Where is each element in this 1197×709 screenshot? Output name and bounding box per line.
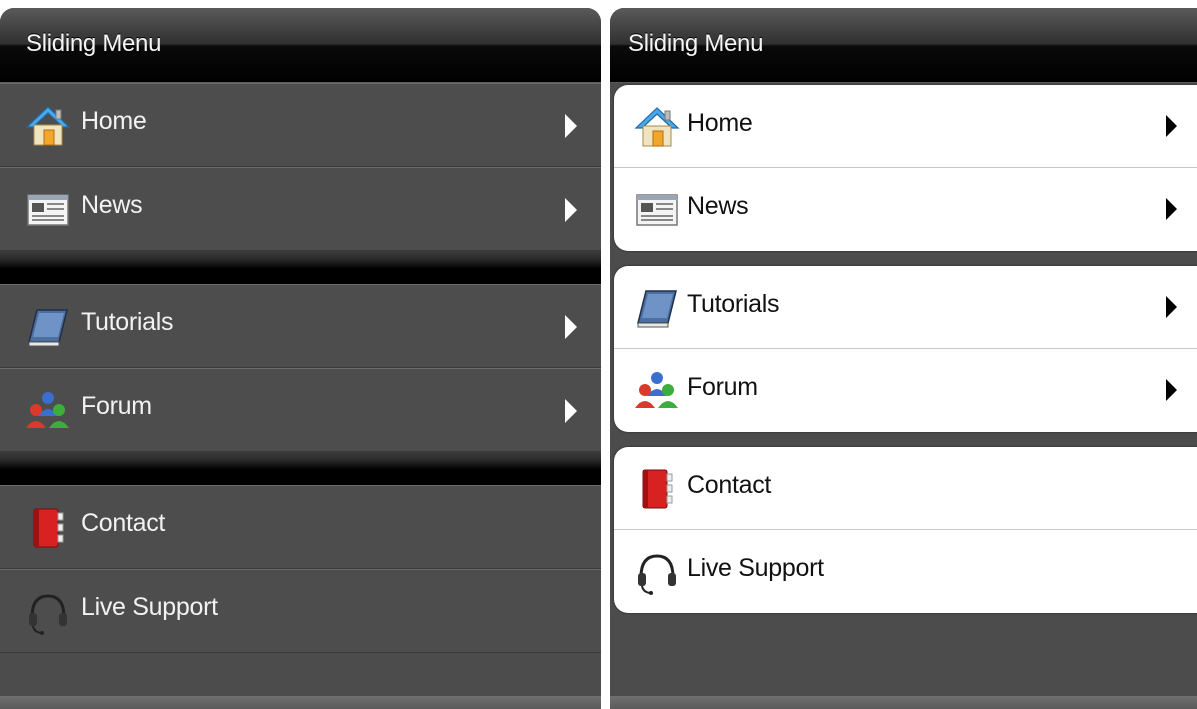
menu-title: Sliding Menu (628, 30, 764, 57)
dark-sliding-menu-panel: Sliding Menu Home News Tutorials Forum C… (0, 8, 601, 709)
book-icon (634, 285, 680, 331)
news-icon (634, 187, 680, 233)
menu-item-label: Forum (81, 392, 152, 420)
chevron-right-icon (1166, 115, 1177, 137)
chevron-right-icon (565, 198, 577, 222)
chevron-right-icon (1166, 379, 1177, 401)
users-icon (634, 368, 680, 414)
menu-item-news[interactable]: News (614, 168, 1197, 251)
menu-title: Sliding Menu (26, 30, 162, 57)
menu-item-forum[interactable]: Forum (0, 368, 601, 452)
menu-item-label: News (687, 192, 749, 220)
title-bar: Sliding Menu (610, 8, 1197, 83)
menu-item-home[interactable]: Home (614, 85, 1197, 168)
chevron-right-icon (1166, 296, 1177, 318)
menu-item-news[interactable]: News (0, 167, 601, 251)
menu-item-tutorials[interactable]: Tutorials (614, 266, 1197, 349)
chevron-right-icon (1166, 198, 1177, 220)
title-bar: Sliding Menu (0, 8, 601, 83)
menu-item-forum[interactable]: Forum (614, 349, 1197, 432)
chevron-right-icon (565, 315, 577, 339)
home-icon (634, 104, 680, 150)
news-icon (25, 187, 71, 233)
menu-item-label: Contact (687, 471, 772, 499)
menu-group-3: Contact Live Support (614, 447, 1197, 613)
menu-item-home[interactable]: Home (0, 83, 601, 167)
group-separator (0, 452, 601, 486)
chevron-right-icon (565, 399, 577, 423)
menu-item-label: Contact (81, 509, 166, 537)
users-icon (25, 388, 71, 434)
menu-item-label: Live Support (687, 554, 824, 582)
menu-item-live-support[interactable]: Live Support (0, 569, 601, 653)
headset-icon (634, 549, 680, 595)
menu-item-contact[interactable]: Contact (0, 485, 601, 569)
book-icon (25, 304, 71, 350)
chevron-right-icon (565, 114, 577, 138)
address-book-icon (634, 466, 680, 512)
menu-group-1: Home News (614, 85, 1197, 251)
menu-item-contact[interactable]: Contact (614, 447, 1197, 530)
menu-item-label: Tutorials (81, 308, 174, 336)
menu-item-tutorials[interactable]: Tutorials (0, 284, 601, 368)
menu-item-label: News (81, 191, 143, 219)
menu-item-label: Tutorials (687, 290, 780, 318)
menu-group-2: Tutorials Forum (614, 266, 1197, 432)
home-icon (25, 103, 71, 149)
menu-item-live-support[interactable]: Live Support (614, 530, 1197, 613)
light-sliding-menu-panel: Sliding Menu Home News Tutorials Forum C… (610, 8, 1197, 709)
address-book-icon (25, 505, 71, 551)
headset-icon (25, 589, 71, 635)
bottom-bar (610, 696, 1197, 709)
menu-item-label: Home (687, 109, 753, 137)
bottom-bar (0, 696, 601, 709)
menu-item-label: Live Support (81, 593, 218, 621)
group-separator (0, 251, 601, 285)
menu-item-label: Forum (687, 373, 758, 401)
menu-item-label: Home (81, 107, 147, 135)
